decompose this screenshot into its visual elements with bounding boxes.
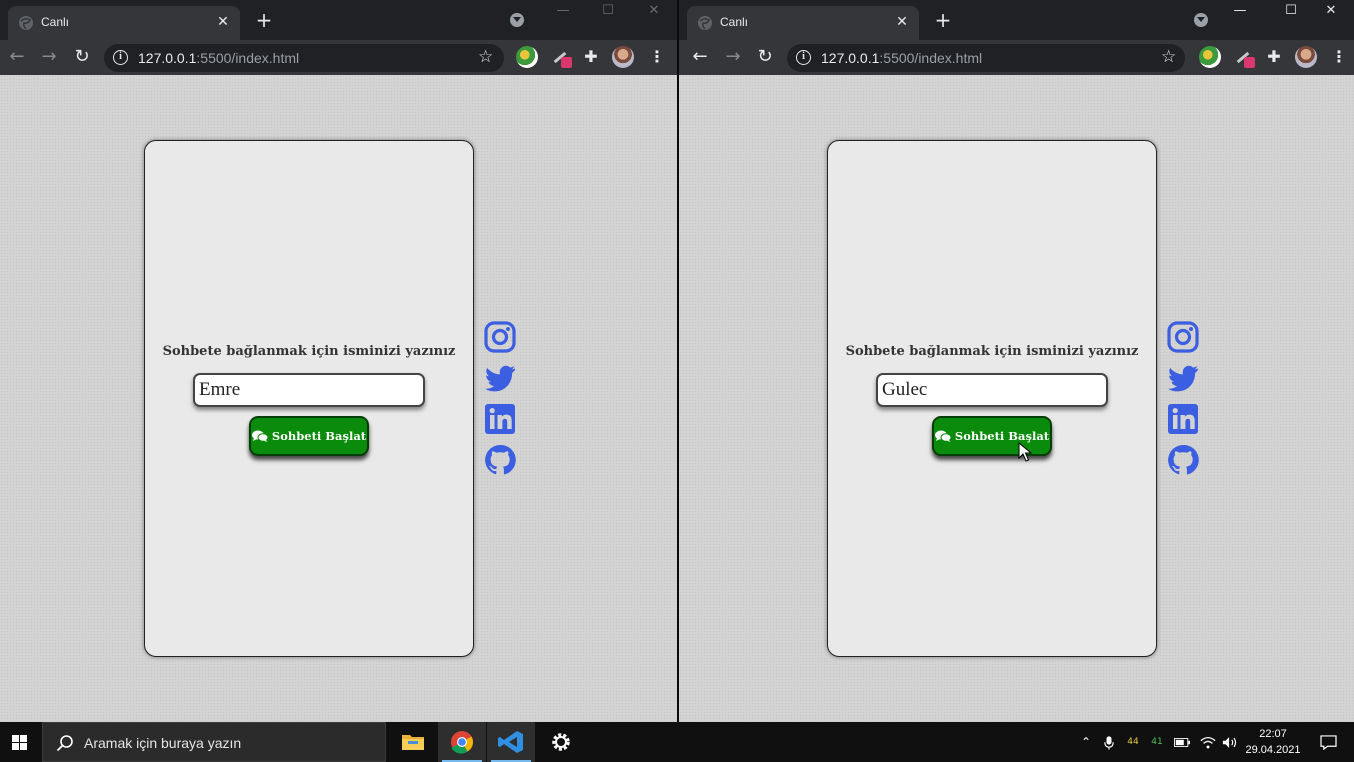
start-chat-label: Sohbeti Başlat [271, 429, 367, 443]
login-card: Sohbete bağlanmak için isminizi yazınız … [827, 140, 1157, 657]
back-arrow-icon[interactable]: ← [5, 45, 29, 69]
extension-pen-icon[interactable] [1233, 46, 1255, 68]
tab-strip: Canlı ✕ + — ☐ ✕ [0, 0, 677, 40]
browser-toolbar: ← → ↻ i 127.0.0.1:5500/index.html ☆ ✚ ⋮ [0, 40, 677, 75]
taskbar-search-box[interactable]: Aramak için buraya yazın [42, 722, 386, 762]
settings-gear-icon[interactable] [537, 722, 585, 762]
extension-pen-icon[interactable] [550, 46, 572, 68]
minimize-icon[interactable]: — [540, 0, 586, 22]
menu-kebab-icon[interactable]: ⋮ [1331, 46, 1347, 68]
bookmark-star-icon[interactable]: ☆ [1161, 47, 1176, 67]
address-bar[interactable]: i 127.0.0.1:5500/index.html ☆ [104, 44, 504, 72]
taskbar-clock[interactable]: 22:07 29.04.2021 [1238, 726, 1308, 758]
tab-title: Canlı [41, 15, 70, 29]
browser-toolbar: ← → ↻ i 127.0.0.1:5500/index.html ☆ ✚ ⋮ [679, 40, 1354, 75]
twitter-icon[interactable] [484, 362, 516, 394]
browser-tab[interactable]: Canlı ✕ [687, 6, 919, 40]
wifi-icon[interactable] [1198, 722, 1218, 762]
notification-icon[interactable] [1316, 722, 1340, 762]
extensions-puzzle-icon[interactable]: ✚ [1263, 46, 1285, 68]
close-window-icon[interactable]: ✕ [631, 0, 677, 22]
address-bar[interactable]: i 127.0.0.1:5500/index.html ☆ [787, 44, 1185, 72]
linkedin-icon[interactable] [484, 403, 516, 435]
reload-icon[interactable]: ↻ [753, 45, 777, 69]
linkedin-icon[interactable] [1167, 403, 1199, 435]
close-window-icon[interactable]: ✕ [1308, 0, 1354, 22]
search-placeholder: Aramak için buraya yazın [84, 735, 242, 751]
volume-icon[interactable] [1220, 722, 1240, 762]
extension-icon[interactable] [516, 46, 538, 68]
tray-chevron-up-icon[interactable]: ⌃ [1078, 722, 1094, 762]
windows-start-icon[interactable] [0, 722, 40, 762]
tab-strip: Canlı ✕ + — ☐ ✕ [679, 0, 1354, 40]
forward-arrow-icon[interactable]: → [721, 45, 745, 69]
profile-avatar[interactable] [1295, 46, 1317, 68]
chat-bubbles-icon [934, 430, 951, 442]
tab-search-icon[interactable] [1194, 13, 1208, 27]
new-tab-icon[interactable]: + [254, 9, 274, 31]
start-chat-button[interactable]: Sohbeti Başlat [932, 416, 1052, 456]
battery-icon[interactable] [1172, 722, 1192, 762]
extensions-puzzle-icon[interactable]: ✚ [580, 46, 602, 68]
tray-value-1[interactable]: 44 [1124, 722, 1142, 762]
start-chat-label: Sohbeti Başlat [954, 429, 1050, 443]
mouse-cursor-icon [1018, 442, 1032, 462]
clock-time: 22:07 [1259, 728, 1287, 740]
login-card: Sohbete bağlanmak için isminizi yazınız … [144, 140, 474, 657]
bookmark-star-icon[interactable]: ☆ [478, 47, 493, 67]
menu-kebab-icon[interactable]: ⋮ [649, 46, 665, 68]
file-explorer-icon[interactable] [389, 722, 437, 762]
clock-date: 29.04.2021 [1245, 744, 1301, 756]
info-icon[interactable]: i [796, 50, 811, 65]
globe-icon [698, 16, 712, 30]
reload-icon[interactable]: ↻ [70, 45, 94, 69]
minimize-icon[interactable]: — [1217, 0, 1263, 22]
new-tab-icon[interactable]: + [933, 9, 953, 31]
tray-value-2[interactable]: 41 [1148, 722, 1166, 762]
page-viewport: Sohbete bağlanmak için isminizi yazınız … [0, 75, 677, 722]
back-arrow-icon[interactable]: ← [688, 45, 712, 69]
instagram-icon[interactable] [484, 321, 516, 353]
chat-bubbles-icon [251, 430, 268, 442]
browser-window-right: Canlı ✕ + — ☐ ✕ ← → ↻ i 127.0.0.1:5500/i… [679, 0, 1354, 722]
globe-icon [19, 16, 33, 30]
name-prompt: Sohbete bağlanmak için isminizi yazınız [162, 344, 456, 359]
name-prompt: Sohbete bağlanmak için isminizi yazınız [845, 344, 1139, 359]
tab-search-icon[interactable] [510, 13, 524, 27]
twitter-icon[interactable] [1167, 362, 1199, 394]
browser-tab[interactable]: Canlı ✕ [8, 6, 240, 40]
search-icon [56, 735, 73, 752]
tab-title: Canlı [720, 15, 749, 29]
start-chat-button[interactable]: Sohbeti Başlat [249, 416, 369, 456]
info-icon[interactable]: i [113, 50, 128, 65]
name-input[interactable] [193, 373, 425, 407]
windows-taskbar: Aramak için buraya yazın ⌃ 44 41 22:07 2… [0, 722, 1354, 762]
close-tab-icon[interactable]: ✕ [215, 12, 231, 32]
microphone-icon[interactable] [1101, 722, 1117, 762]
maximize-icon[interactable]: ☐ [585, 0, 631, 22]
browser-window-left: Canlı ✕ + — ☐ ✕ ← → ↻ i 127.0.0.1:5500/i… [0, 0, 677, 722]
close-tab-icon[interactable]: ✕ [894, 12, 910, 32]
vscode-icon[interactable] [487, 722, 535, 762]
name-input[interactable] [876, 373, 1108, 407]
page-viewport: Sohbete bağlanmak için isminizi yazınız … [679, 75, 1354, 722]
github-icon[interactable] [1167, 444, 1199, 476]
profile-avatar[interactable] [612, 46, 634, 68]
url-text: 127.0.0.1:5500/index.html [821, 50, 983, 66]
url-text: 127.0.0.1:5500/index.html [138, 50, 300, 66]
github-icon[interactable] [484, 444, 516, 476]
forward-arrow-icon[interactable]: → [37, 45, 61, 69]
instagram-icon[interactable] [1167, 321, 1199, 353]
chrome-icon[interactable] [438, 722, 486, 762]
extension-icon[interactable] [1199, 46, 1221, 68]
